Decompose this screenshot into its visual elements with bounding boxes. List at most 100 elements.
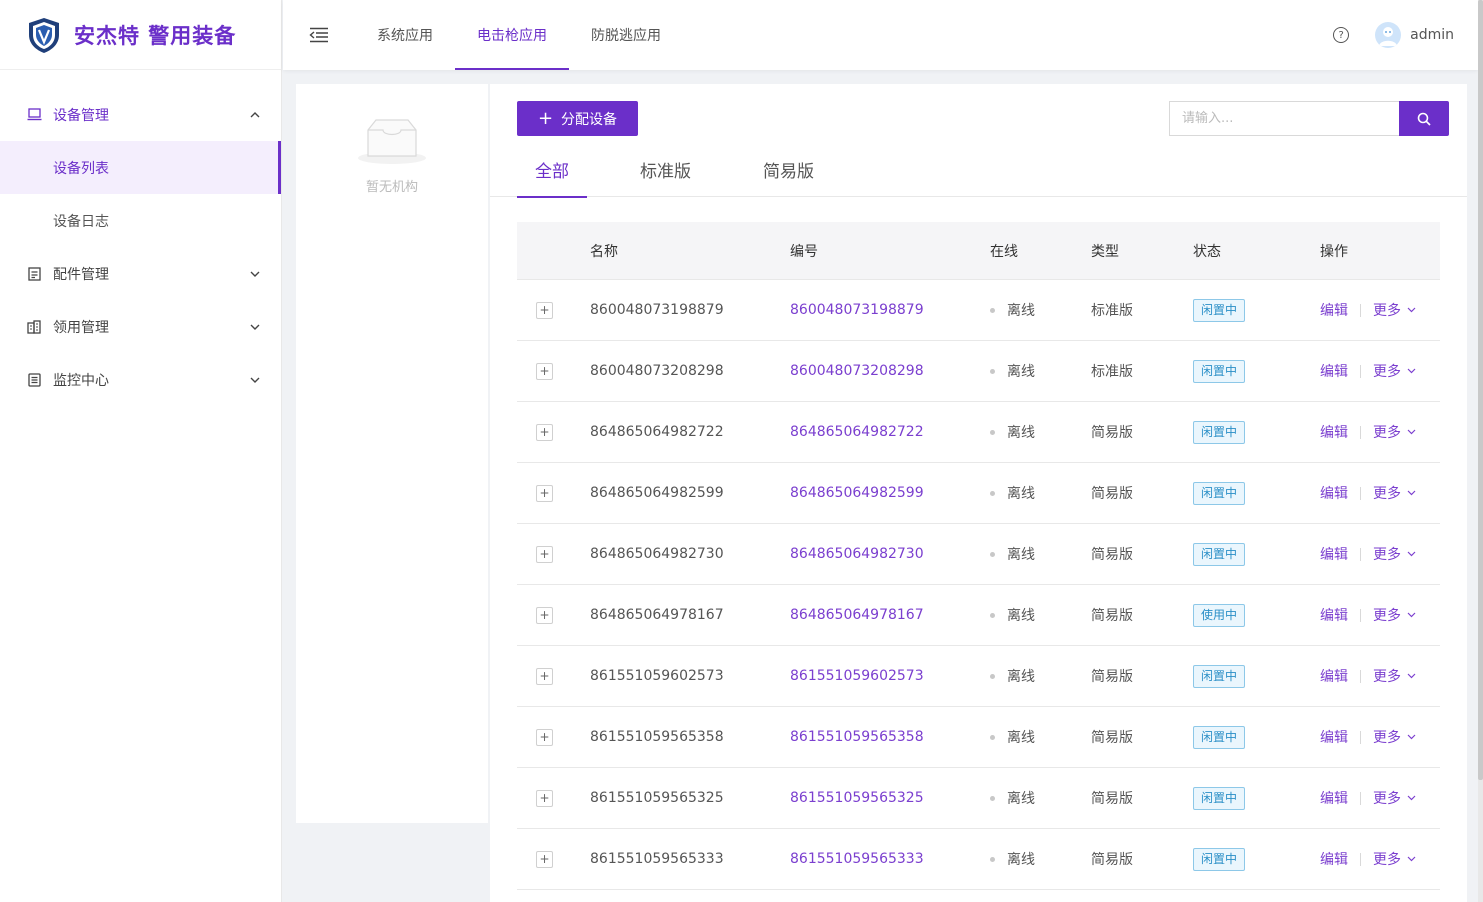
online-status: 离线 <box>1007 608 1035 624</box>
expand-row-button[interactable]: + <box>536 850 553 868</box>
edit-link[interactable]: 编辑 <box>1320 788 1348 808</box>
tab-all[interactable]: 全部 <box>517 141 587 198</box>
device-code-link[interactable]: 860048073208298 <box>790 363 924 379</box>
table-row: + 861551059565358 861551059565358 离线 简易版… <box>517 707 1440 768</box>
more-dropdown[interactable]: 更多 <box>1373 605 1416 625</box>
device-code-link[interactable]: 861551059565358 <box>790 729 924 745</box>
top-header: 系统应用 电击枪应用 防脱逃应用 ? admin <box>283 0 1478 70</box>
user-name[interactable]: admin <box>1410 27 1454 43</box>
more-dropdown[interactable]: 更多 <box>1373 544 1416 564</box>
more-dropdown[interactable]: 更多 <box>1373 483 1416 503</box>
expand-row-button[interactable]: + <box>536 362 553 380</box>
tab-stun-gun-apps[interactable]: 电击枪应用 <box>455 0 569 70</box>
type-tabs: 全部 标准版 简易版 <box>490 141 1467 198</box>
device-name: 861551059565358 <box>590 729 724 745</box>
menu-accessory-management[interactable]: 配件管理 <box>0 247 281 300</box>
monitor-icon <box>26 372 42 388</box>
more-label: 更多 <box>1373 547 1401 563</box>
table-row: + 864865064978167 864865064978167 离线 简易版… <box>517 585 1440 646</box>
tab-anti-escape-apps[interactable]: 防脱逃应用 <box>569 0 683 70</box>
more-dropdown[interactable]: 更多 <box>1373 727 1416 747</box>
table-row: + 860048073208298 860048073208298 离线 标准版… <box>517 341 1440 402</box>
chevron-down-icon <box>1407 795 1416 801</box>
tab-simple[interactable]: 简易版 <box>763 141 814 197</box>
tab-system-apps[interactable]: 系统应用 <box>355 0 455 70</box>
expand-row-button[interactable]: + <box>536 789 553 807</box>
page-scrollbar-thumb[interactable] <box>1478 0 1483 780</box>
device-code-link[interactable]: 864865064982730 <box>790 546 924 562</box>
divider <box>1360 547 1361 561</box>
more-dropdown[interactable]: 更多 <box>1373 788 1416 808</box>
column-online: 在线 <box>990 243 1018 260</box>
chevron-down-icon <box>1407 307 1416 313</box>
online-status: 离线 <box>1007 486 1035 502</box>
search-button[interactable] <box>1399 101 1449 136</box>
device-code-link[interactable]: 864865064978167 <box>790 607 924 623</box>
more-label: 更多 <box>1373 303 1401 319</box>
device-type: 简易版 <box>1091 486 1133 502</box>
edit-link[interactable]: 编辑 <box>1320 361 1348 381</box>
device-code-link[interactable]: 864865064982599 <box>790 485 924 501</box>
more-dropdown[interactable]: 更多 <box>1373 361 1416 381</box>
assign-device-label: 分配设备 <box>561 111 618 128</box>
edit-link[interactable]: 编辑 <box>1320 483 1348 503</box>
device-code-link[interactable]: 861551059565325 <box>790 790 924 806</box>
help-icon[interactable]: ? <box>1333 27 1350 43</box>
online-status: 离线 <box>1007 425 1035 441</box>
device-table: 名称 编号 在线 类型 状态 操作 + 860048073198879 8600… <box>517 222 1440 890</box>
logo[interactable]: 安杰特 警用装备 <box>0 0 281 70</box>
more-dropdown[interactable]: 更多 <box>1373 666 1416 686</box>
more-dropdown[interactable]: 更多 <box>1373 422 1416 442</box>
more-dropdown[interactable]: 更多 <box>1373 849 1416 869</box>
expand-row-button[interactable]: + <box>536 301 553 319</box>
more-label: 更多 <box>1373 364 1401 380</box>
device-name: 860048073208298 <box>590 363 724 379</box>
edit-link[interactable]: 编辑 <box>1320 544 1348 564</box>
status-dot-icon <box>990 795 995 801</box>
menu-fold-button[interactable] <box>283 0 355 70</box>
divider <box>1360 425 1361 439</box>
edit-link[interactable]: 编辑 <box>1320 849 1348 869</box>
search-input[interactable] <box>1169 101 1399 136</box>
menu-requisition-management[interactable]: 领用管理 <box>0 300 281 353</box>
menu-monitor-center[interactable]: 监控中心 <box>0 353 281 406</box>
table-row: + 864865064982599 864865064982599 离线 简易版… <box>517 463 1440 524</box>
more-dropdown[interactable]: 更多 <box>1373 300 1416 320</box>
device-type: 简易版 <box>1091 730 1133 746</box>
expand-row-button[interactable]: + <box>536 667 553 685</box>
chevron-down-icon <box>1407 612 1416 618</box>
expand-row-button[interactable]: + <box>536 484 553 502</box>
sidebar: 安杰特 警用装备 设备管理 设备列表 设备日志 配件管理 领用管理 监控中心 <box>0 0 282 902</box>
sidebar-item-device-log[interactable]: 设备日志 <box>0 194 281 247</box>
more-label: 更多 <box>1373 608 1401 624</box>
device-code-link[interactable]: 860048073198879 <box>790 302 924 318</box>
expand-row-button[interactable]: + <box>536 545 553 563</box>
divider <box>1360 730 1361 744</box>
device-code-link[interactable]: 861551059602573 <box>790 668 924 684</box>
avatar[interactable] <box>1375 22 1402 48</box>
tab-standard[interactable]: 标准版 <box>640 141 691 197</box>
chevron-down-icon <box>249 268 261 280</box>
brand-name: 安杰特 警用装备 <box>74 23 237 48</box>
chevron-down-icon <box>1407 551 1416 557</box>
device-code-link[interactable]: 861551059565333 <box>790 851 924 867</box>
edit-link[interactable]: 编辑 <box>1320 422 1348 442</box>
empty-text: 暂无机构 <box>365 180 418 195</box>
edit-link[interactable]: 编辑 <box>1320 300 1348 320</box>
assign-device-button[interactable]: + 分配设备 <box>517 101 638 136</box>
device-code-link[interactable]: 864865064982722 <box>790 424 924 440</box>
chevron-down-icon <box>249 374 261 386</box>
menu-fold-icon <box>309 27 328 43</box>
edit-link[interactable]: 编辑 <box>1320 727 1348 747</box>
column-code: 编号 <box>790 243 818 260</box>
expand-row-button[interactable]: + <box>536 606 553 624</box>
expand-row-button[interactable]: + <box>536 423 553 441</box>
status-dot-icon <box>990 490 995 496</box>
chevron-down-icon <box>1407 734 1416 740</box>
search-icon <box>1417 112 1431 126</box>
sidebar-item-device-list[interactable]: 设备列表 <box>0 141 281 194</box>
edit-link[interactable]: 编辑 <box>1320 605 1348 625</box>
menu-device-management[interactable]: 设备管理 <box>0 88 281 141</box>
expand-row-button[interactable]: + <box>536 728 553 746</box>
edit-link[interactable]: 编辑 <box>1320 666 1348 686</box>
